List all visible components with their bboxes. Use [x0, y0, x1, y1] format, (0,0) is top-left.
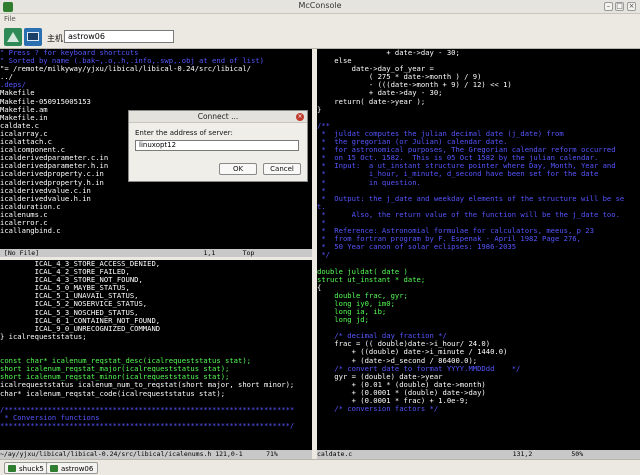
cancel-button[interactable]: Cancel	[263, 163, 301, 175]
connect-dialog: Connect ... × Enter the address of serve…	[128, 110, 308, 182]
terminal-line: * Also, the return value of the function…	[317, 209, 620, 219]
terminal-line: ../	[0, 72, 13, 82]
terminal-line: ****************************************…	[0, 420, 295, 430]
terminal-line: icallangbind.c	[0, 226, 61, 236]
terminal-line: * Output: the j_date and weekday element…	[317, 193, 625, 203]
window-title: McConsole	[298, 1, 342, 10]
connect-glyph-icon	[7, 32, 19, 42]
toolbar: 主机 astrow06	[0, 25, 640, 49]
connect-icon[interactable]	[4, 28, 22, 46]
terminal-line: } icalrequeststatus;	[0, 331, 87, 341]
server-address-label: Enter the address of server:	[135, 129, 233, 137]
app-window: McConsole – □ × File 主机 astrow06 " Press…	[0, 0, 640, 475]
session-tab-label: astrow06	[61, 465, 94, 473]
terminal-line: /* conversion factors */	[317, 404, 439, 414]
menu-file[interactable]: File	[4, 15, 16, 23]
title-bar: McConsole – □ ×	[0, 0, 640, 14]
terminal-line: + date->day - 30;	[317, 49, 460, 57]
host-input[interactable]: astrow06	[64, 30, 174, 43]
maximize-icon[interactable]: □	[615, 2, 624, 11]
terminal-pane-bottom-left[interactable]: ICAL_4_3_STORE_ACCESS_DENIED, ICAL_4_2_S…	[0, 260, 312, 450]
terminal-line: */	[317, 250, 330, 260]
terminal-line: .deps/	[0, 80, 26, 90]
menu-bar: File	[0, 14, 640, 24]
terminal-line: }	[317, 104, 322, 114]
status-line-bottom-left: ~/ay/yjxu/libical/libical-0.24/src/libic…	[0, 450, 312, 459]
session-tab-label: shuck5	[19, 465, 44, 473]
terminal-pane-right[interactable]: + date->day - 30; else date->day_of_year…	[317, 49, 640, 450]
server-address-input[interactable]: linuxopt12	[135, 140, 299, 151]
dialog-title: Connect ...	[129, 111, 307, 123]
dialog-close-icon[interactable]: ×	[296, 113, 304, 121]
session-tab-2[interactable]: astrow06	[46, 462, 99, 474]
session-icon	[8, 465, 16, 472]
close-icon[interactable]: ×	[627, 2, 636, 11]
terminal-line: long jd;	[317, 315, 369, 325]
terminal-icon[interactable]	[24, 28, 42, 46]
host-label: 主机	[47, 34, 63, 43]
terminal-line: * in question.	[317, 177, 421, 187]
terminal-line: return( date->year );	[317, 96, 426, 106]
terminal-line: "= /remote/milkyway/yjxu/libical/libical…	[0, 64, 251, 74]
terminal-line: char* icalenum_reqstat_code(icalrequests…	[0, 388, 226, 398]
terminal-line: struct ut_instant * date;	[317, 274, 426, 284]
terminal-line: * 50 Year canon of solar eclipses: 1986-…	[317, 242, 517, 252]
status-line-right: caldate.c 131,2 50%	[317, 450, 640, 459]
terminal-glyph-icon	[27, 32, 39, 41]
session-tab-bar: shuck5 astrow06	[0, 459, 640, 475]
session-icon	[50, 465, 58, 472]
session-tab-1[interactable]: shuck5	[4, 462, 49, 474]
ok-button[interactable]: OK	[219, 163, 257, 175]
minimize-icon[interactable]: –	[604, 2, 613, 11]
